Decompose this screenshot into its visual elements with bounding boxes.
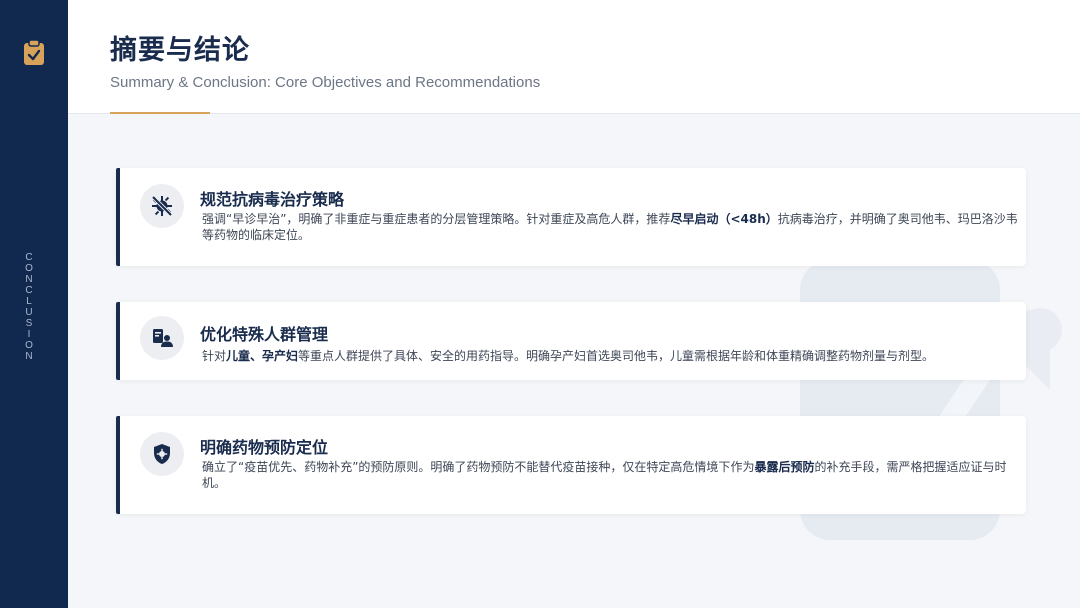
sidebar-vertical-letter: O	[25, 340, 33, 351]
header: 摘要与结论 Summary & Conclusion: Core Objecti…	[68, 0, 1080, 114]
card-body: 确立了“疫苗优先、药物补充”的预防原则。明确了药物预防不能替代疫苗接种，仅在特定…	[202, 459, 1022, 491]
virus-slash-icon	[140, 184, 184, 228]
sidebar-vertical-text: CONCLUSION	[23, 252, 35, 362]
header-accent-line	[110, 112, 210, 114]
shield-virus-icon	[140, 432, 184, 476]
sidebar-vertical-letter: U	[25, 307, 33, 318]
card-body-text: 强调“早诊早治”，明确了非重症与重症患者的分层管理策略。针对重症及高危人群，推荐	[202, 212, 671, 226]
card-body-text: 针对	[202, 349, 227, 363]
card-body-highlight: 尽早启动（<48h）	[670, 212, 778, 226]
sidebar-vertical-letter: C	[25, 285, 33, 296]
summary-card-prevention: 明确药物预防定位 确立了“疫苗优先、药物补充”的预防原则。明确了药物预防不能替代…	[116, 416, 1026, 514]
sidebar-vertical-letter: O	[25, 263, 33, 274]
card-body: 强调“早诊早治”，明确了非重症与重症患者的分层管理策略。针对重症及高危人群，推荐…	[202, 211, 1022, 243]
sidebar-vertical-letter: L	[26, 296, 32, 307]
card-body-highlight: 儿童、孕产妇	[226, 349, 299, 363]
sidebar-vertical-letter: S	[25, 318, 33, 329]
card-title: 明确药物预防定位	[200, 438, 329, 457]
card-body-text: 等重点人群提供了具体、安全的用药指导。明确孕产妇首选奥司他韦，儿童需根据年龄和体…	[298, 349, 935, 363]
clipboard-check-icon	[24, 40, 44, 65]
card-title: 规范抗病毒治疗策略	[200, 190, 345, 209]
sidebar-vertical-letter: I	[27, 329, 31, 340]
card-accent-bar	[116, 416, 120, 514]
card-accent-bar	[116, 168, 120, 266]
sidebar: CONCLUSION	[0, 0, 68, 608]
card-body-text: 确立了“疫苗优先、药物补充”的预防原则。明确了药物预防不能替代疫苗接种，仅在特定…	[202, 460, 755, 474]
page-subtitle: Summary & Conclusion: Core Objectives an…	[110, 74, 541, 91]
card-title: 优化特殊人群管理	[200, 325, 329, 344]
people-id-icon	[140, 316, 184, 360]
sidebar-vertical-letter: C	[25, 252, 33, 263]
summary-card-antiviral: 规范抗病毒治疗策略 强调“早诊早治”，明确了非重症与重症患者的分层管理策略。针对…	[116, 168, 1026, 266]
sidebar-vertical-letter: N	[25, 351, 33, 362]
sidebar-vertical-letter: N	[25, 274, 33, 285]
page-title: 摘要与结论	[110, 35, 250, 66]
card-body-highlight: 暴露后预防	[754, 460, 815, 474]
card-body: 针对儿童、孕产妇等重点人群提供了具体、安全的用药指导。明确孕产妇首选奥司他韦，儿…	[202, 348, 1022, 364]
summary-card-special-populations: 优化特殊人群管理 针对儿童、孕产妇等重点人群提供了具体、安全的用药指导。明确孕产…	[116, 302, 1026, 380]
card-accent-bar	[116, 302, 120, 380]
